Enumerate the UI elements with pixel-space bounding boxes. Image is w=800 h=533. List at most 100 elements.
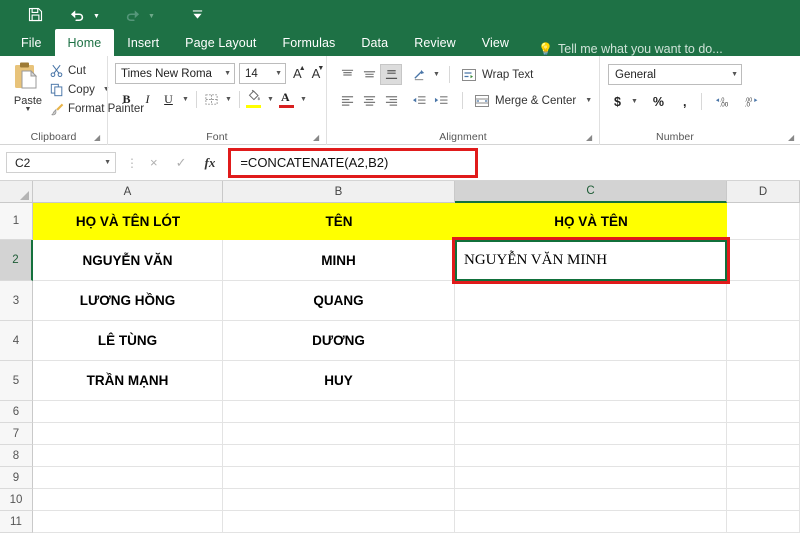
- cancel-formula-icon[interactable]: ×: [150, 155, 158, 170]
- undo-dropdown-icon[interactable]: ▼: [90, 4, 103, 26]
- fill-color-dropdown-icon[interactable]: ▼: [264, 89, 277, 110]
- formula-input-area[interactable]: =CONCATENATE(A2,B2): [228, 145, 800, 181]
- cell-a5[interactable]: TRẦN MẠNH: [33, 361, 223, 401]
- cell-c6[interactable]: [455, 401, 727, 423]
- tab-page-layout[interactable]: Page Layout: [172, 29, 269, 56]
- decrease-indent-button[interactable]: [408, 90, 430, 111]
- row-header-5[interactable]: 5: [0, 361, 33, 401]
- row-header-8[interactable]: 8: [0, 445, 33, 467]
- row-header-4[interactable]: 4: [0, 321, 33, 361]
- increase-indent-button[interactable]: [430, 90, 452, 111]
- font-color-button[interactable]: A: [277, 89, 297, 110]
- cell-d6[interactable]: [727, 401, 800, 423]
- cell-c3[interactable]: [455, 281, 727, 321]
- tab-insert[interactable]: Insert: [114, 29, 172, 56]
- cell-b7[interactable]: [223, 423, 455, 445]
- align-top-button[interactable]: [336, 64, 358, 85]
- align-left-button[interactable]: [336, 90, 358, 111]
- row-header-9[interactable]: 9: [0, 467, 33, 489]
- tab-formulas[interactable]: Formulas: [269, 29, 348, 56]
- cell-a1[interactable]: HỌ VÀ TÊN LÓT: [33, 203, 223, 240]
- merge-and-center-button[interactable]: Merge & Center ▼: [472, 90, 592, 111]
- alignment-dialog-launcher-icon[interactable]: ◢: [586, 133, 595, 142]
- column-header-a[interactable]: A: [33, 181, 223, 203]
- font-size-input[interactable]: 14 ▼: [239, 63, 286, 84]
- cell-c7[interactable]: [455, 423, 727, 445]
- number-dialog-launcher-icon[interactable]: ◢: [788, 133, 797, 142]
- row-header-7[interactable]: 7: [0, 423, 33, 445]
- cell-c1[interactable]: HỌ VÀ TÊN: [455, 203, 727, 240]
- percent-button[interactable]: %: [648, 91, 669, 112]
- tab-home[interactable]: Home: [54, 29, 115, 56]
- cell-d11[interactable]: [727, 511, 800, 533]
- currency-dropdown-icon[interactable]: ▼: [626, 91, 643, 112]
- column-header-c[interactable]: C: [455, 181, 727, 203]
- enter-formula-icon[interactable]: ✓: [176, 155, 187, 171]
- cell-c4[interactable]: [455, 321, 727, 361]
- row-header-2[interactable]: 2: [0, 240, 33, 281]
- wrap-text-button[interactable]: Wrap Text: [459, 64, 533, 85]
- cell-a8[interactable]: [33, 445, 223, 467]
- increase-decimal-button[interactable]: .00 .0: [710, 91, 738, 112]
- cell-d7[interactable]: [727, 423, 800, 445]
- row-header-3[interactable]: 3: [0, 281, 33, 321]
- paste-button[interactable]: Paste ▼: [6, 60, 50, 113]
- align-bottom-button[interactable]: [380, 64, 402, 85]
- currency-button[interactable]: $: [609, 91, 626, 112]
- decrease-font-size-button[interactable]: A ▼: [309, 65, 325, 81]
- cell-c10[interactable]: [455, 489, 727, 511]
- row-header-6[interactable]: 6: [0, 401, 33, 423]
- cell-b9[interactable]: [223, 467, 455, 489]
- align-middle-button[interactable]: [358, 64, 380, 85]
- borders-dropdown-icon[interactable]: ▼: [222, 89, 235, 110]
- tell-me-box[interactable]: 💡 Tell me what you want to do...: [538, 42, 723, 56]
- cell-a4[interactable]: LÊ TÙNG: [33, 321, 223, 361]
- row-header-11[interactable]: 11: [0, 511, 33, 533]
- row-header-10[interactable]: 10: [0, 489, 33, 511]
- cell-d3[interactable]: [727, 281, 800, 321]
- column-header-d[interactable]: D: [727, 181, 800, 203]
- decrease-decimal-button[interactable]: .00 .0: [738, 91, 766, 112]
- cell-c2[interactable]: NGUYỄN VĂN MINH: [455, 240, 727, 281]
- tab-review[interactable]: Review: [401, 29, 469, 56]
- orientation-button[interactable]: [408, 64, 430, 85]
- number-format-dropdown-icon[interactable]: ▼: [731, 71, 738, 78]
- undo-icon[interactable]: [64, 4, 90, 26]
- cell-b1[interactable]: TÊN: [223, 203, 455, 240]
- cell-b3[interactable]: QUANG: [223, 281, 455, 321]
- name-box-dropdown-icon[interactable]: ▼: [104, 159, 111, 166]
- cell-c8[interactable]: [455, 445, 727, 467]
- font-name-dropdown-icon[interactable]: ▼: [224, 70, 231, 77]
- underline-button[interactable]: U: [158, 89, 179, 110]
- clipboard-dialog-launcher-icon[interactable]: ◢: [94, 133, 103, 142]
- orientation-dropdown-icon[interactable]: ▼: [430, 64, 443, 85]
- cell-b4[interactable]: DƯƠNG: [223, 321, 455, 361]
- cell-a6[interactable]: [33, 401, 223, 423]
- cell-d1[interactable]: [727, 203, 800, 240]
- redo-icon[interactable]: [119, 4, 145, 26]
- cell-d2[interactable]: [727, 240, 800, 281]
- number-format-select[interactable]: General ▼: [608, 64, 742, 85]
- bold-button[interactable]: B: [116, 89, 137, 110]
- redo-dropdown-icon[interactable]: ▼: [145, 4, 158, 26]
- font-name-input[interactable]: Times New Roma ▼: [115, 63, 235, 84]
- column-header-b[interactable]: B: [223, 181, 455, 203]
- italic-button[interactable]: I: [137, 89, 158, 110]
- cell-d4[interactable]: [727, 321, 800, 361]
- increase-font-size-button[interactable]: A ▲: [290, 65, 306, 81]
- cell-a10[interactable]: [33, 489, 223, 511]
- cell-c11[interactable]: [455, 511, 727, 533]
- cell-c9[interactable]: [455, 467, 727, 489]
- merge-dropdown-icon[interactable]: ▼: [585, 97, 592, 104]
- worksheet-grid[interactable]: A B C D 1 2 3 4 5 6 7 8 9 10 11 12 13 HỌ…: [0, 181, 800, 533]
- cell-a7[interactable]: [33, 423, 223, 445]
- cell-c5[interactable]: [455, 361, 727, 401]
- font-dialog-launcher-icon[interactable]: ◢: [313, 133, 322, 142]
- cell-a2[interactable]: NGUYỄN VĂN: [33, 240, 223, 281]
- cell-d10[interactable]: [727, 489, 800, 511]
- align-right-button[interactable]: [380, 90, 402, 111]
- cell-b8[interactable]: [223, 445, 455, 467]
- insert-function-icon[interactable]: fx: [205, 155, 216, 171]
- underline-dropdown-icon[interactable]: ▼: [179, 89, 192, 110]
- cell-d9[interactable]: [727, 467, 800, 489]
